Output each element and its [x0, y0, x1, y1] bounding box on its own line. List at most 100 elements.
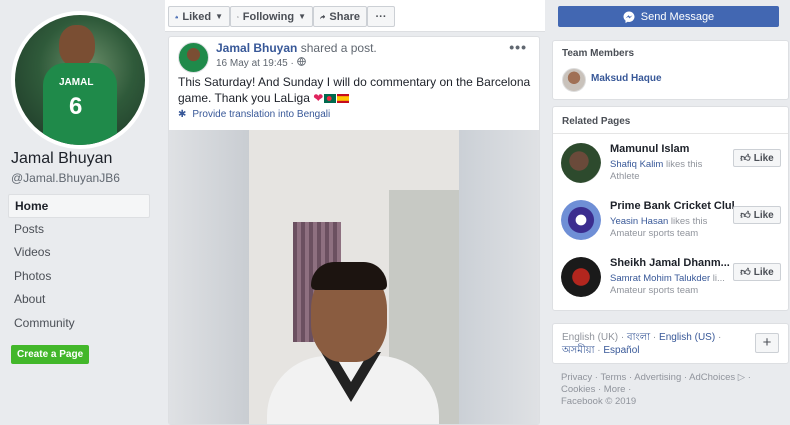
send-message-button[interactable]: Send Message — [558, 6, 779, 27]
footer-link-advertising[interactable]: Advertising — [634, 372, 681, 383]
left-sidebar: JAMAL 6 Jamal Bhuyan @Jamal.BhuyanJB6 Ho… — [0, 0, 158, 425]
related-page-category: Amateur sports team — [610, 285, 699, 296]
like-page-button[interactable]: 👍︎ Like — [733, 149, 781, 167]
related-page-logo[interactable] — [561, 200, 601, 240]
nav-item-community[interactable]: Community — [8, 312, 150, 336]
footer-link-more[interactable]: More — [604, 384, 626, 395]
friend-name-link[interactable]: Samrat Mohim Talukder — [610, 273, 710, 284]
language-link-english-us[interactable]: English (US) — [659, 332, 715, 343]
language-list: English (UK) · বাংলা · English (US) · অস… — [562, 332, 722, 356]
friend-name-link[interactable]: Yeasin Hasan — [610, 216, 668, 227]
rss-icon — [237, 15, 239, 18]
caret-down-icon: ▼ — [298, 12, 306, 21]
related-page-item: Mamunul Islam Shafiq Kalim likes this At… — [561, 143, 786, 193]
like-label: Like — [753, 266, 774, 278]
team-members-card: Team Members Maksud Haque — [552, 40, 789, 100]
post-action-text: shared a post. — [300, 41, 377, 55]
share-button[interactable]: Share — [313, 6, 367, 27]
related-page-social-context: Shafiq Kalim likes this — [610, 159, 702, 170]
team-member-avatar[interactable] — [562, 68, 586, 92]
page-username[interactable]: @Jamal.BhuyanJB6 — [11, 171, 120, 185]
adchoices-icon: ▷ — [737, 372, 746, 383]
related-page-social-context: Yeasin Hasan likes this — [610, 216, 707, 227]
nav-item-home[interactable]: Home — [8, 194, 150, 218]
translate-link[interactable]: ✱ Provide translation into Bengali — [178, 109, 330, 120]
spain-flag-emoji — [337, 94, 350, 103]
like-page-button[interactable]: 👍︎ Like — [733, 263, 781, 281]
related-page-category: Athlete — [610, 171, 640, 182]
likes-suffix: likes this — [670, 216, 708, 227]
related-page-item: Prime Bank Cricket Club Yeasin Hasan lik… — [561, 200, 786, 250]
divider — [553, 133, 788, 134]
create-page-button[interactable]: Create a Page — [11, 345, 90, 364]
team-members-title: Team Members — [562, 48, 635, 59]
language-link-assamese[interactable]: অসমীয়া — [562, 345, 594, 356]
avatar-jersey-name: JAMAL — [59, 77, 94, 88]
video-blur-right — [459, 130, 539, 424]
friend-name-link[interactable]: Shafiq Kalim — [610, 159, 663, 170]
like-label: Like — [753, 209, 774, 221]
related-pages-title: Related Pages — [562, 116, 631, 127]
related-pages-card: Related Pages Mamunul Islam Shafiq Kalim… — [552, 106, 789, 311]
send-message-label: Send Message — [640, 10, 715, 23]
profile-picture[interactable]: JAMAL 6 — [11, 11, 149, 149]
thumbs-up-icon: 👍︎ — [740, 267, 751, 278]
nav-item-photos[interactable]: Photos — [8, 265, 150, 289]
caret-down-icon: ▼ — [215, 12, 223, 21]
page-nav: Home Posts Videos Photos About Community — [8, 194, 150, 335]
like-page-button[interactable]: 👍︎ Like — [733, 206, 781, 224]
related-page-name[interactable]: Prime Bank Cricket Club — [610, 200, 734, 212]
footer-link-privacy[interactable]: Privacy — [561, 372, 592, 383]
footer-link-terms[interactable]: Terms — [600, 372, 626, 383]
more-options-button[interactable]: ··· — [367, 6, 395, 27]
team-member-name[interactable]: Maksud Haque — [591, 73, 662, 84]
globe-icon — [296, 57, 306, 69]
post-header: Jamal Bhuyan shared a post. — [216, 41, 377, 55]
post-timestamp[interactable]: 16 May at 19:45 · — [216, 57, 306, 69]
post-author-avatar[interactable] — [178, 42, 209, 73]
likes-suffix: likes this — [665, 159, 703, 170]
liked-button[interactable]: Liked ▼ — [168, 6, 230, 27]
post-date[interactable]: 16 May at 19:45 · — [216, 58, 294, 69]
post-author-link[interactable]: Jamal Bhuyan — [216, 41, 297, 55]
related-page-logo[interactable] — [561, 143, 601, 183]
gear-icon: ✱ — [178, 109, 187, 120]
post-message: This Saturday! And Sunday I will do comm… — [178, 75, 531, 105]
share-label: Share — [329, 10, 360, 23]
nav-item-videos[interactable]: Videos — [8, 241, 150, 265]
footer-link-adchoices[interactable]: AdChoices — [689, 372, 735, 383]
related-page-item: Sheikh Jamal Dhanm... Samrat Mohim Taluk… — [561, 257, 786, 307]
following-button[interactable]: Following ▼ — [230, 6, 313, 27]
related-page-logo[interactable] — [561, 257, 601, 297]
language-link-spanish[interactable]: Español — [603, 345, 639, 356]
red-heart-emoji: ❤ — [313, 91, 324, 105]
related-page-category: Amateur sports team — [610, 228, 699, 239]
footer-copyright: Facebook © 2019 — [561, 396, 637, 407]
post-body: This Saturday! And Sunday I will do comm… — [178, 74, 533, 106]
video-frame — [249, 130, 459, 424]
thumbs-up-icon: 👍︎ — [740, 153, 751, 164]
footer-links: Privacy · Terms · Advertising · AdChoice… — [561, 372, 751, 407]
messenger-icon — [623, 11, 635, 23]
more-languages-plus-icon[interactable]: + — [755, 333, 779, 353]
video-blur-left — [169, 130, 249, 424]
like-label: Like — [753, 152, 774, 164]
translate-label: Provide translation into Bengali — [192, 109, 331, 120]
avatar-head — [59, 25, 95, 67]
footer-link-cookies[interactable]: Cookies — [561, 384, 595, 395]
related-page-name[interactable]: Mamunul Islam — [610, 143, 689, 155]
video-person-hair — [311, 262, 387, 290]
avatar-jersey-number: 6 — [69, 93, 83, 120]
post-video[interactable] — [169, 130, 539, 424]
page-title[interactable]: Jamal Bhuyan — [11, 150, 112, 168]
share-arrow-icon — [320, 14, 326, 19]
following-label: Following — [242, 10, 295, 23]
bangladesh-flag-emoji — [324, 94, 337, 103]
language-link-bengali[interactable]: বাংলা — [627, 332, 650, 343]
post-options-icon[interactable]: ••• — [509, 39, 527, 55]
related-page-name[interactable]: Sheikh Jamal Dhanm... — [610, 257, 730, 269]
current-language: English (UK) — [562, 332, 619, 343]
nav-item-about[interactable]: About — [8, 288, 150, 312]
likes-suffix: li... — [712, 273, 725, 284]
nav-item-posts[interactable]: Posts — [8, 218, 150, 242]
